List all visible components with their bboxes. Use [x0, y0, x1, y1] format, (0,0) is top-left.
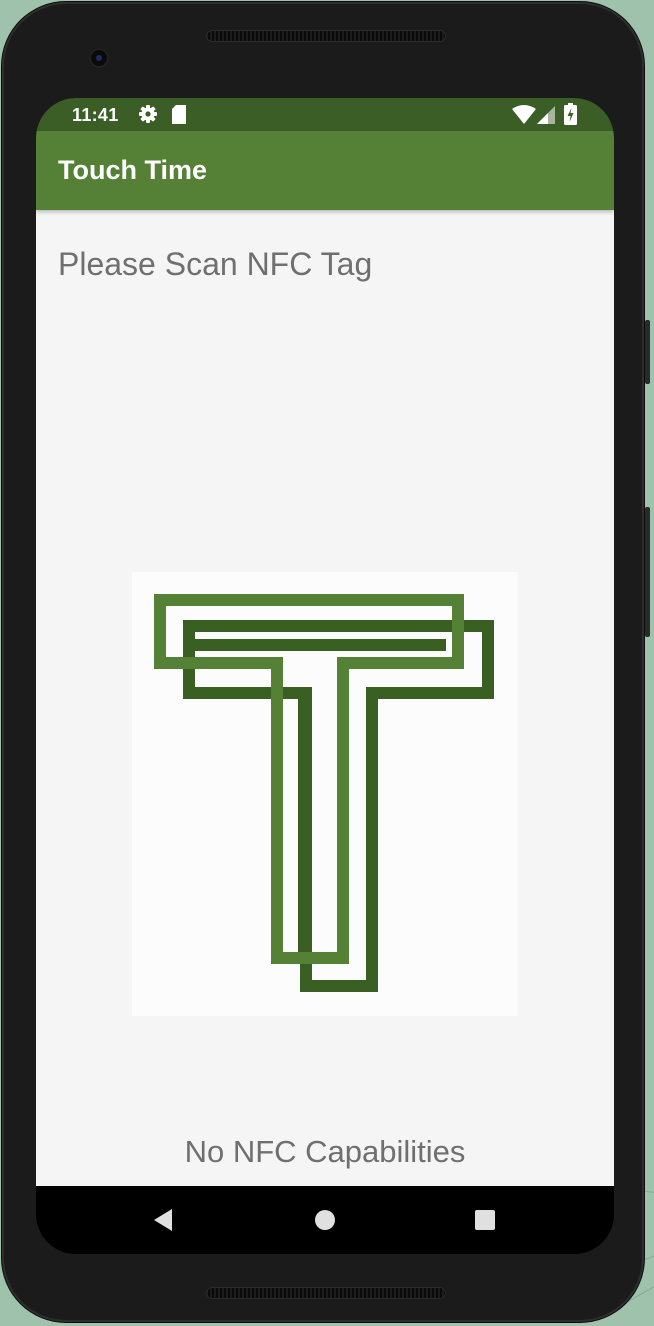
app-title: Touch Time	[58, 155, 208, 185]
main-content: Please Scan NFC Tag No NFC Capabilities	[36, 210, 614, 1186]
bottom-speaker	[206, 1287, 446, 1299]
navigation-bar	[36, 1186, 614, 1254]
t-logo-icon	[154, 594, 494, 992]
sd-card-icon	[171, 105, 187, 129]
battery-charging-icon	[564, 103, 577, 130]
settings-gear-icon	[138, 104, 158, 129]
status-time: 11:41	[72, 105, 119, 125]
app-toolbar: Touch Time	[36, 131, 614, 210]
cell-signal-icon	[537, 106, 555, 129]
touch-time-logo	[132, 572, 518, 1016]
volume-button	[645, 320, 650, 384]
back-icon[interactable]	[150, 1206, 178, 1234]
status-bar: 11:41	[36, 98, 614, 131]
recents-icon[interactable]	[473, 1206, 501, 1234]
nfc-status-text: No NFC Capabilities	[184, 1134, 466, 1169]
home-icon[interactable]	[313, 1206, 341, 1234]
wifi-icon	[512, 105, 536, 129]
front-camera-icon	[89, 48, 109, 68]
device-screen: 11:41 Touch Time Please Scan NFC Tag No …	[36, 98, 614, 1254]
power-button	[645, 507, 650, 637]
phone-frame: 11:41 Touch Time Please Scan NFC Tag No …	[2, 2, 650, 1322]
top-speaker	[206, 30, 446, 42]
scan-prompt: Please Scan NFC Tag	[58, 246, 373, 282]
